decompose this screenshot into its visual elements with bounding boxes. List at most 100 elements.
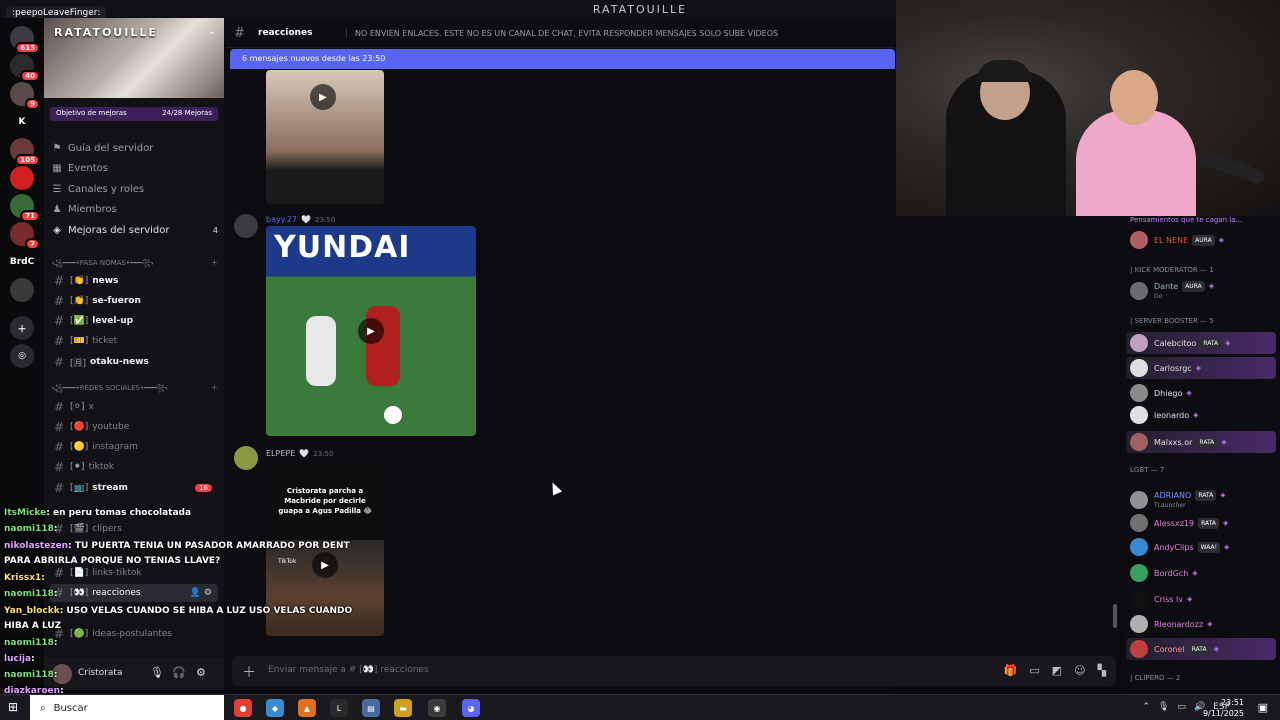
channel-category[interactable]: ꧁━━━•PASA NOMAS•━━━꧂ ＋ (52, 258, 218, 272)
member-item[interactable]: EL NENE AURA ◈ (1126, 229, 1276, 251)
live-icon[interactable]: L (330, 699, 348, 717)
plus-icon[interactable]: ＋ (211, 258, 218, 272)
channel-emoji: [🈷] (70, 358, 87, 369)
avatar (1130, 538, 1148, 556)
server-icon[interactable]: 40 (10, 54, 40, 82)
server-icon[interactable]: 105 (10, 138, 40, 166)
network-icon[interactable]: ▭ (1177, 702, 1186, 712)
member-item[interactable]: Malxxs.or RATA ◈ (1126, 431, 1276, 453)
count-badge: 4 (212, 225, 218, 235)
member-item[interactable]: Calebcitoo RATA ◈ (1126, 332, 1276, 354)
channel-emoji: [👏] (70, 276, 89, 286)
play-icon[interactable]: ▶ (310, 84, 336, 110)
heart-icon: 🤍 (299, 449, 310, 458)
channel-tiktok[interactable]: # [⚫] tiktok (50, 458, 218, 476)
avatar (1130, 640, 1148, 658)
chat-username: naomi118 (4, 638, 54, 648)
member-item[interactable]: Dhiego ◈ (1126, 382, 1276, 404)
boost-icon: ◈ (1186, 388, 1192, 397)
member-item[interactable]: leonardo ◈ (1126, 404, 1276, 426)
member-item[interactable]: Dante AURA ◈ Go (1126, 280, 1276, 302)
video-attachment[interactable]: ▶ (266, 70, 384, 204)
nav-item[interactable]: ▦ Eventos (52, 160, 218, 178)
server-icon[interactable]: 9 (10, 82, 40, 110)
member-item[interactable]: ADRIANO RATA ◈ TLauncher (1126, 489, 1276, 511)
webcam-video (896, 0, 1280, 216)
new-messages-bar[interactable]: 6 mensajes nuevos desde las 23:50 (230, 49, 895, 69)
apps-icon[interactable]: ▚ (1098, 664, 1106, 677)
channel-news[interactable]: # [👏] news (50, 272, 218, 290)
video-attachment[interactable]: YUNDAI ▶ (266, 226, 476, 436)
nav-item[interactable]: ☰ Canales y roles (52, 180, 218, 198)
member-item[interactable]: BordGch ◈ (1126, 562, 1276, 584)
folder-icon[interactable]: ▬ (394, 699, 412, 717)
taskbar-search[interactable]: ⌕ Buscar (30, 695, 224, 720)
avatar[interactable] (234, 446, 258, 470)
emoji-icon[interactable]: ☺ (1074, 664, 1085, 677)
channel-name: ticket (92, 336, 118, 346)
channel-category[interactable]: ꧁━━━•REDES SOCIALES•━━━꧂ ＋ (52, 383, 218, 397)
boost-goal-bar[interactable]: Objetivo de mejoras 24/28 Mejoras (50, 107, 218, 121)
role-tag: AURA (1182, 281, 1205, 292)
app-icon[interactable]: ◆ (266, 699, 284, 717)
member-item[interactable]: Coronel RATA ◈ (1126, 638, 1276, 660)
chevron-down-icon[interactable]: ⌄ (208, 26, 216, 37)
nav-item[interactable]: ⚑ Guía del servidor (52, 139, 218, 157)
channel-stream[interactable]: # [📺] stream 16 (50, 479, 218, 497)
message-composer[interactable]: ＋ Enviar mensaje a # [👀] reacciones 🎁 ▭ … (232, 656, 1116, 686)
channel-se-fueron[interactable]: # [👏] se-fueron (50, 292, 218, 310)
channel-instagram[interactable]: # [🟡] instagram (50, 438, 218, 456)
server-icon[interactable]: BrdC (10, 250, 34, 274)
nav-item[interactable]: ◈ Mejoras del servidor 4 (52, 221, 218, 239)
server-icon[interactable] (10, 278, 34, 302)
hash-icon: # (54, 334, 65, 348)
server-banner[interactable]: RATATOUILLE ⌄ (44, 18, 224, 98)
clock-time: 23:51 (1220, 698, 1244, 707)
channel-youtube[interactable]: # [🔴] youtube (50, 418, 218, 436)
channel-ticket[interactable]: # [🎫] ticket (50, 332, 218, 350)
nav-item[interactable]: ♟ Miembros (52, 201, 218, 219)
category-label: ꧁━━━•REDES SOCIALES•━━━꧂ (52, 384, 168, 392)
message-author[interactable]: ELPEPE (266, 449, 295, 458)
channel-name: news (92, 276, 119, 286)
chat-username: nikolastezen (4, 541, 69, 551)
chevron-up-icon[interactable]: ⌃ (1142, 702, 1150, 712)
role-tag: RATA (1196, 436, 1218, 448)
gift-icon[interactable]: 🎁 (1004, 664, 1018, 677)
notepad-icon[interactable]: ▤ (362, 699, 380, 717)
server-icon[interactable]: 71 (10, 194, 40, 222)
discord-icon[interactable]: ◕ (462, 699, 480, 717)
channel-otaku-news[interactable]: # [🈷] otaku-news (50, 353, 218, 371)
windows-start-icon[interactable]: ⊞ (8, 700, 18, 714)
server-icon[interactable]: 7 (10, 222, 40, 250)
sticker-icon[interactable]: ◩ (1052, 664, 1062, 677)
plus-icon[interactable]: ＋ (10, 316, 34, 340)
member-item[interactable]: Alessxz19 RATA ◈ (1126, 512, 1276, 534)
member-item[interactable]: Carlosrgc ◈ (1126, 357, 1276, 379)
plus-icon[interactable]: ＋ (211, 383, 218, 397)
channel-level-up[interactable]: # [✅] level-up (50, 312, 218, 330)
nav-label: Miembros (68, 204, 117, 215)
streamer-figure (946, 60, 1066, 216)
server-icon[interactable]: K (10, 110, 34, 134)
member-item[interactable]: AndyClips WAA! ◈ (1126, 536, 1276, 558)
notification-icon[interactable]: ▣ (1258, 701, 1268, 714)
scrollbar[interactable] (1113, 604, 1117, 628)
server-icon[interactable] (10, 166, 34, 190)
compass-icon[interactable]: ◎ (10, 344, 34, 368)
member-item[interactable]: Criss lv ◈ (1126, 588, 1276, 610)
play-icon[interactable]: ▶ (358, 318, 384, 344)
message-author[interactable]: bayy.27 (266, 215, 297, 224)
gif-icon[interactable]: ▭ (1029, 664, 1039, 677)
mic-icon[interactable]: 🎙 (1158, 702, 1169, 712)
avatar[interactable] (234, 214, 258, 238)
member-item[interactable]: Rleonardozz ◈ (1126, 613, 1276, 635)
server-icon[interactable]: 615 (10, 26, 40, 54)
chrome-icon[interactable]: ● (234, 699, 252, 717)
channel-x[interactable]: # [⚪] x (50, 398, 218, 416)
boost-icon: ◈ (1208, 282, 1215, 290)
brave-icon[interactable]: ▲ (298, 699, 316, 717)
channel-name: level-up (92, 316, 134, 326)
obs-icon[interactable]: ◉ (428, 699, 446, 717)
clock[interactable]: 23:51 9/11/2025 (1203, 697, 1244, 719)
